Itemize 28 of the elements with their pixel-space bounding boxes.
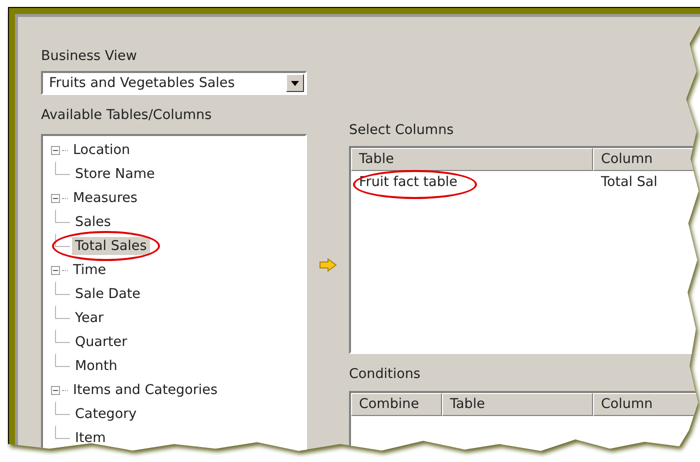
tree-group-item[interactable]: Time [70, 261, 110, 279]
column-header[interactable]: Column [593, 393, 700, 416]
table-cell: Fruit fact table [359, 174, 458, 190]
tree-item[interactable]: Category [72, 405, 140, 423]
business-view-label: Business View [41, 48, 138, 64]
column-header[interactable]: Table [442, 393, 593, 416]
collapse-icon[interactable] [51, 146, 60, 154]
column-header[interactable]: Combine [351, 393, 442, 416]
tree-item[interactable]: Month [72, 357, 120, 375]
tree-group-item[interactable]: Items and Categories [70, 381, 221, 399]
business-view-dropdown[interactable]: Fruits and Vegetables Sales [41, 71, 307, 95]
tree-group-item[interactable]: Measures [70, 189, 140, 207]
collapse-icon[interactable] [51, 266, 60, 274]
tree-item[interactable]: Store Name [72, 165, 158, 183]
collapse-icon[interactable] [51, 386, 60, 394]
tree-item[interactable]: Quarter [72, 333, 130, 351]
tree-group-item[interactable]: Location [70, 141, 134, 159]
tree-item[interactable]: Sale Date [72, 285, 144, 303]
tree-item[interactable]: Sales [72, 213, 114, 231]
available-columns-label: Available Tables/Columns [41, 107, 213, 123]
collapse-icon[interactable] [51, 194, 60, 202]
column-header[interactable]: Table [351, 148, 593, 171]
table-cell: Total Sal [601, 174, 658, 190]
conditions-label: Conditions [349, 366, 422, 382]
tree-item[interactable]: Item [72, 429, 109, 447]
select-columns-label: Select Columns [349, 122, 455, 138]
tree-item[interactable]: Year [72, 309, 107, 327]
tree-item[interactable]: Total Sales [72, 237, 150, 255]
